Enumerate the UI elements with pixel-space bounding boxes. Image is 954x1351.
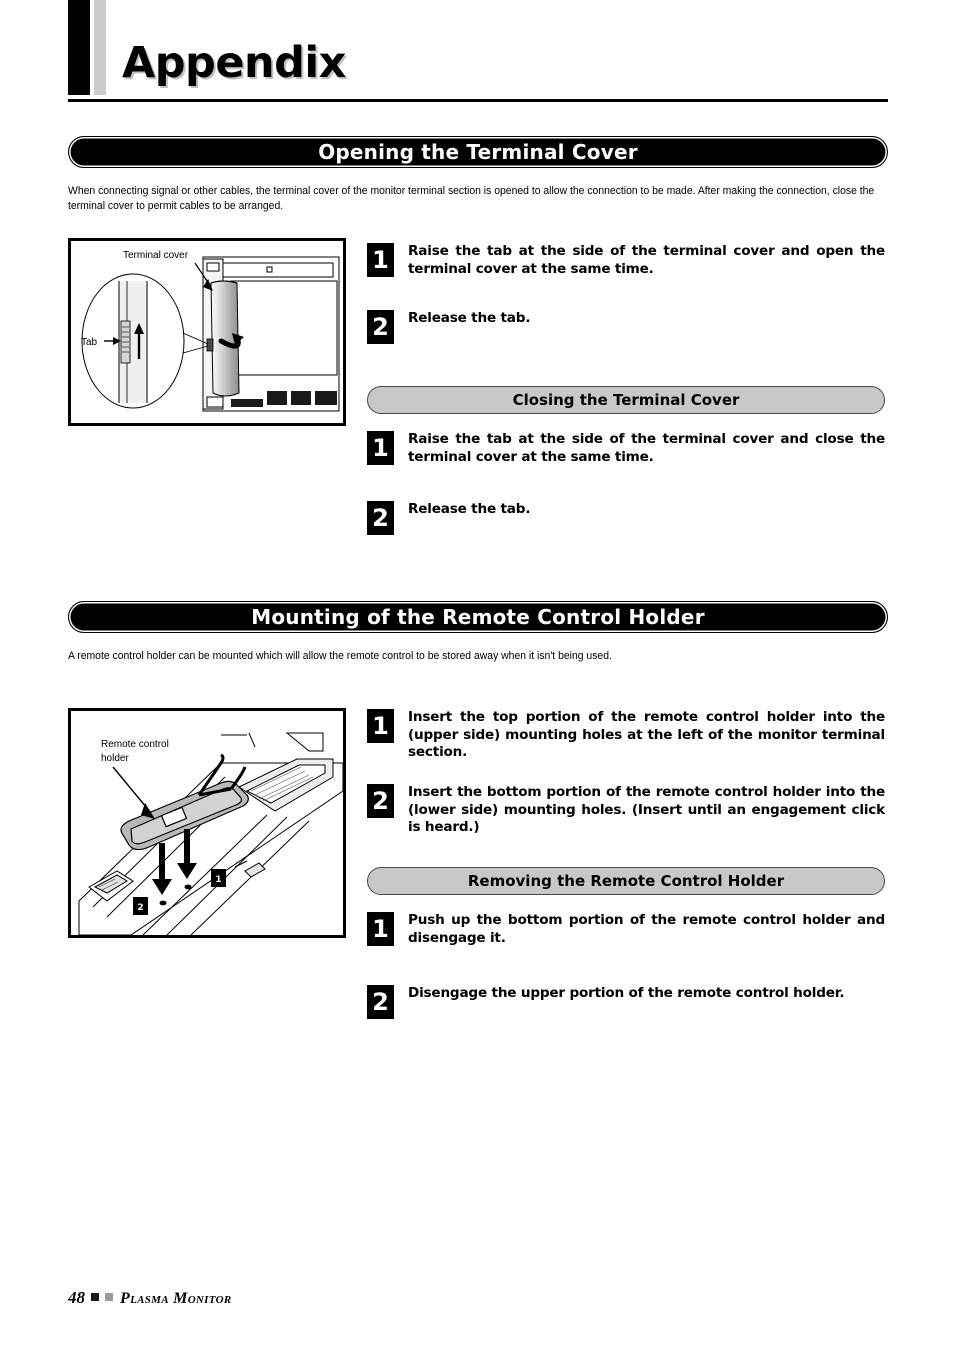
section-banner-mounting-remote-holder: Mounting of the Remote Control Holder	[68, 601, 888, 633]
step-text: Raise the tab at the side of the termina…	[408, 431, 885, 465]
section-intro-opening-terminal-cover: When connecting signal or other cables, …	[68, 185, 875, 212]
figure-label-tab: Tab	[81, 337, 98, 348]
footer-brand: Plasma Monitor	[120, 1290, 232, 1307]
remote-control-holder-illustration: 1 2 Remote control holder	[68, 708, 346, 938]
figure-label-holder-line2: holder	[101, 753, 129, 764]
step-text: Push up the bottom portion of the remote…	[408, 912, 885, 946]
step-closing-1: 1 Raise the tab at the side of the termi…	[367, 431, 885, 466]
header-bar-gray	[94, 0, 106, 95]
section-banner-label: Mounting of the Remote Control Holder	[251, 605, 705, 629]
page-header: Appendix	[0, 0, 954, 110]
step-opening-1: 1 Raise the tab at the side of the termi…	[367, 243, 885, 278]
step-number: 1	[367, 709, 394, 743]
page-footer: 48 Plasma Monitor	[68, 1288, 231, 1308]
footer-page-number: 48	[68, 1288, 85, 1307]
figure-label-terminal-cover: Terminal cover	[123, 250, 189, 261]
step-number: 1	[367, 912, 394, 946]
figure-callout-2: 2	[137, 903, 143, 913]
step-number: 1	[367, 431, 394, 465]
step-text: Disengage the upper portion of the remot…	[408, 985, 845, 1001]
step-closing-2: 2 Release the tab.	[367, 501, 885, 535]
step-removing-2: 2 Disengage the upper portion of the rem…	[367, 985, 885, 1019]
step-opening-2: 2 Release the tab.	[367, 310, 885, 344]
header-bar-black	[68, 0, 90, 95]
terminal-cover-illustration: Tab Terminal cover	[68, 238, 346, 426]
section-banner-opening-terminal-cover: Opening the Terminal Cover	[68, 136, 888, 168]
figure-callout-1: 1	[215, 875, 221, 885]
subsection-banner-label: Removing the Remote Control Holder	[467, 872, 785, 890]
subsection-banner-label: Closing the Terminal Cover	[512, 391, 740, 409]
step-number: 2	[367, 310, 394, 344]
step-mounting-1: 1 Insert the top portion of the remote c…	[367, 709, 885, 762]
step-number: 2	[367, 501, 394, 535]
square-marker-dark-icon	[91, 1293, 99, 1301]
step-text: Insert the bottom portion of the remote …	[408, 784, 885, 835]
step-number: 2	[367, 985, 394, 1019]
subsection-banner-removing-remote-holder: Removing the Remote Control Holder	[367, 867, 885, 895]
step-number: 2	[367, 784, 394, 818]
header-divider	[68, 99, 888, 102]
section-intro-mounting-remote-holder: A remote control holder can be mounted w…	[68, 650, 612, 662]
page-title: Appendix	[122, 38, 346, 88]
section-banner-label: Opening the Terminal Cover	[318, 140, 638, 164]
step-text: Raise the tab at the side of the termina…	[408, 243, 885, 277]
square-marker-gray-icon	[105, 1293, 113, 1301]
step-removing-1: 1 Push up the bottom portion of the remo…	[367, 912, 885, 947]
step-text: Release the tab.	[408, 310, 531, 326]
step-number: 1	[367, 243, 394, 277]
subsection-banner-closing-terminal-cover: Closing the Terminal Cover	[367, 386, 885, 414]
figure-label-holder-line1: Remote control	[101, 739, 169, 750]
step-text: Release the tab.	[408, 501, 531, 517]
step-mounting-2: 2 Insert the bottom portion of the remot…	[367, 784, 885, 837]
step-text: Insert the top portion of the remote con…	[408, 709, 885, 760]
